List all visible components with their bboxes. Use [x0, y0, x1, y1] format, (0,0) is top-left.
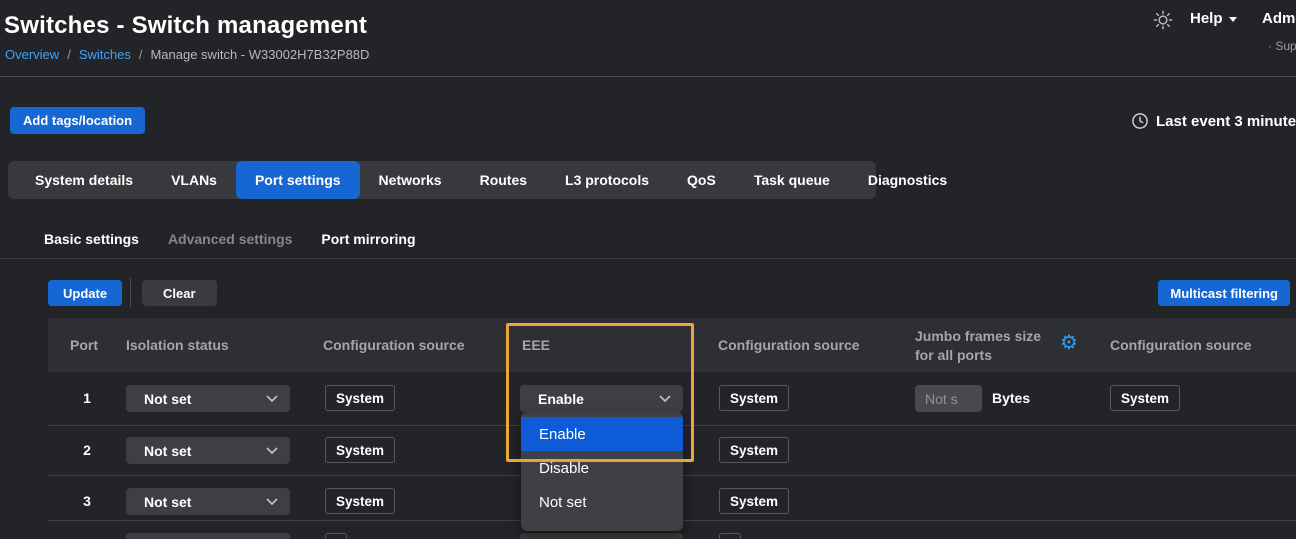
eee-option-disable[interactable]: Disable [521, 451, 683, 485]
clear-button[interactable]: Clear [142, 280, 217, 306]
breadcrumb-link-overview[interactable]: Overview [5, 47, 59, 62]
tab-l3-protocols[interactable]: L3 protocols [546, 161, 668, 199]
tab-port-settings[interactable]: Port settings [236, 161, 360, 199]
tab-networks[interactable]: Networks [360, 161, 461, 199]
chevron-down-icon [266, 498, 278, 506]
admin-sub-label: · Sup [1268, 39, 1296, 53]
admin-menu[interactable]: Admi [1262, 10, 1296, 27]
config-source-badge: System [719, 488, 789, 514]
col-header-jumbo-frames: Jumbo frames size for all ports [915, 327, 1041, 365]
tab-routes[interactable]: Routes [461, 161, 546, 199]
col-header-isolation-status: Isolation status [126, 337, 229, 353]
jumbo-settings-gear-icon[interactable]: ⚙ [1060, 333, 1078, 353]
clock-icon [1131, 112, 1149, 130]
last-event-text: Last event 3 minutes [1156, 113, 1296, 130]
isolation-status-value: Not set [144, 494, 191, 510]
col-header-eee: EEE [522, 337, 550, 353]
eee-option-not-set[interactable]: Not set [521, 485, 683, 519]
port-settings-subtabs: Basic settings Advanced settings Port mi… [44, 231, 416, 247]
isolation-status-value: Not set [144, 391, 191, 407]
subtab-advanced-settings[interactable]: Advanced settings [168, 231, 292, 247]
tab-vlans[interactable]: VLANs [152, 161, 236, 199]
chevron-down-icon [1229, 17, 1237, 22]
isolation-status-value: Not set [144, 443, 191, 459]
config-source-badge: System [325, 437, 395, 463]
help-label: Help [1190, 10, 1223, 27]
subtab-basic-settings[interactable]: Basic settings [44, 231, 139, 247]
multicast-filtering-button[interactable]: Multicast filtering [1158, 280, 1290, 306]
eee-selected-value: Enable [538, 391, 584, 407]
subtab-port-mirroring[interactable]: Port mirroring [321, 231, 415, 247]
config-source-badge [719, 533, 741, 539]
config-source-badge [325, 533, 347, 539]
add-tags-location-button[interactable]: Add tags/location [10, 107, 145, 134]
breadcrumb: Overview / Switches / Manage switch - W3… [5, 47, 369, 62]
col-header-configuration-source-2: Configuration source [718, 337, 860, 353]
header-divider [0, 76, 1296, 77]
isolation-status-dropdown[interactable]: Not set [126, 488, 290, 515]
port-number: 3 [70, 488, 104, 515]
isolation-status-dropdown[interactable] [126, 533, 290, 539]
chevron-down-icon [266, 395, 278, 403]
config-source-badge: System [325, 385, 395, 411]
col-header-configuration-source-1: Configuration source [323, 337, 465, 353]
help-menu[interactable]: Help [1190, 10, 1237, 27]
section-divider [0, 258, 1296, 259]
jumbo-header-line2: for all ports [915, 346, 1041, 365]
tab-task-queue[interactable]: Task queue [735, 161, 849, 199]
isolation-status-dropdown[interactable]: Not set [126, 385, 290, 412]
eee-dropdown-menu: Enable Disable Not set [521, 412, 683, 531]
theme-toggle-sun-icon[interactable] [1152, 9, 1174, 31]
config-source-badge: System [325, 488, 395, 514]
table-header-row: Port Isolation status Configuration sour… [48, 318, 1296, 372]
eee-option-enable[interactable]: Enable [521, 417, 683, 451]
jumbo-frames-size-input[interactable]: Not s [915, 385, 982, 412]
page-title: Switches - Switch management [4, 12, 367, 40]
update-button[interactable]: Update [48, 280, 122, 306]
tab-diagnostics[interactable]: Diagnostics [849, 161, 966, 199]
bytes-unit-label: Bytes [992, 385, 1030, 412]
breadcrumb-link-switches[interactable]: Switches [79, 47, 131, 62]
chevron-down-icon [266, 447, 278, 455]
isolation-status-dropdown[interactable]: Not set [126, 437, 290, 464]
config-source-badge: System [1110, 385, 1180, 411]
col-header-configuration-source-3: Configuration source [1110, 337, 1252, 353]
tab-system-details[interactable]: System details [16, 161, 152, 199]
button-divider [130, 278, 131, 308]
eee-dropdown[interactable]: Enable [520, 385, 683, 412]
breadcrumb-current: Manage switch - W33002H7B32P88D [150, 47, 369, 62]
config-source-badge: System [719, 437, 789, 463]
last-event-status: Last event 3 minutes [1131, 112, 1296, 130]
port-number: 1 [70, 385, 104, 412]
breadcrumb-separator: / [139, 47, 143, 62]
chevron-down-icon [659, 395, 671, 403]
config-source-badge: System [719, 385, 789, 411]
eee-dropdown[interactable] [520, 533, 683, 539]
port-number: 2 [70, 437, 104, 464]
main-tabbar: System details VLANs Port settings Netwo… [8, 161, 876, 199]
breadcrumb-separator: / [67, 47, 71, 62]
col-header-port: Port [70, 337, 98, 353]
tab-qos[interactable]: QoS [668, 161, 735, 199]
jumbo-header-line1: Jumbo frames size [915, 327, 1041, 346]
switch-management-screen: Switches - Switch management Overview / … [0, 0, 1296, 539]
